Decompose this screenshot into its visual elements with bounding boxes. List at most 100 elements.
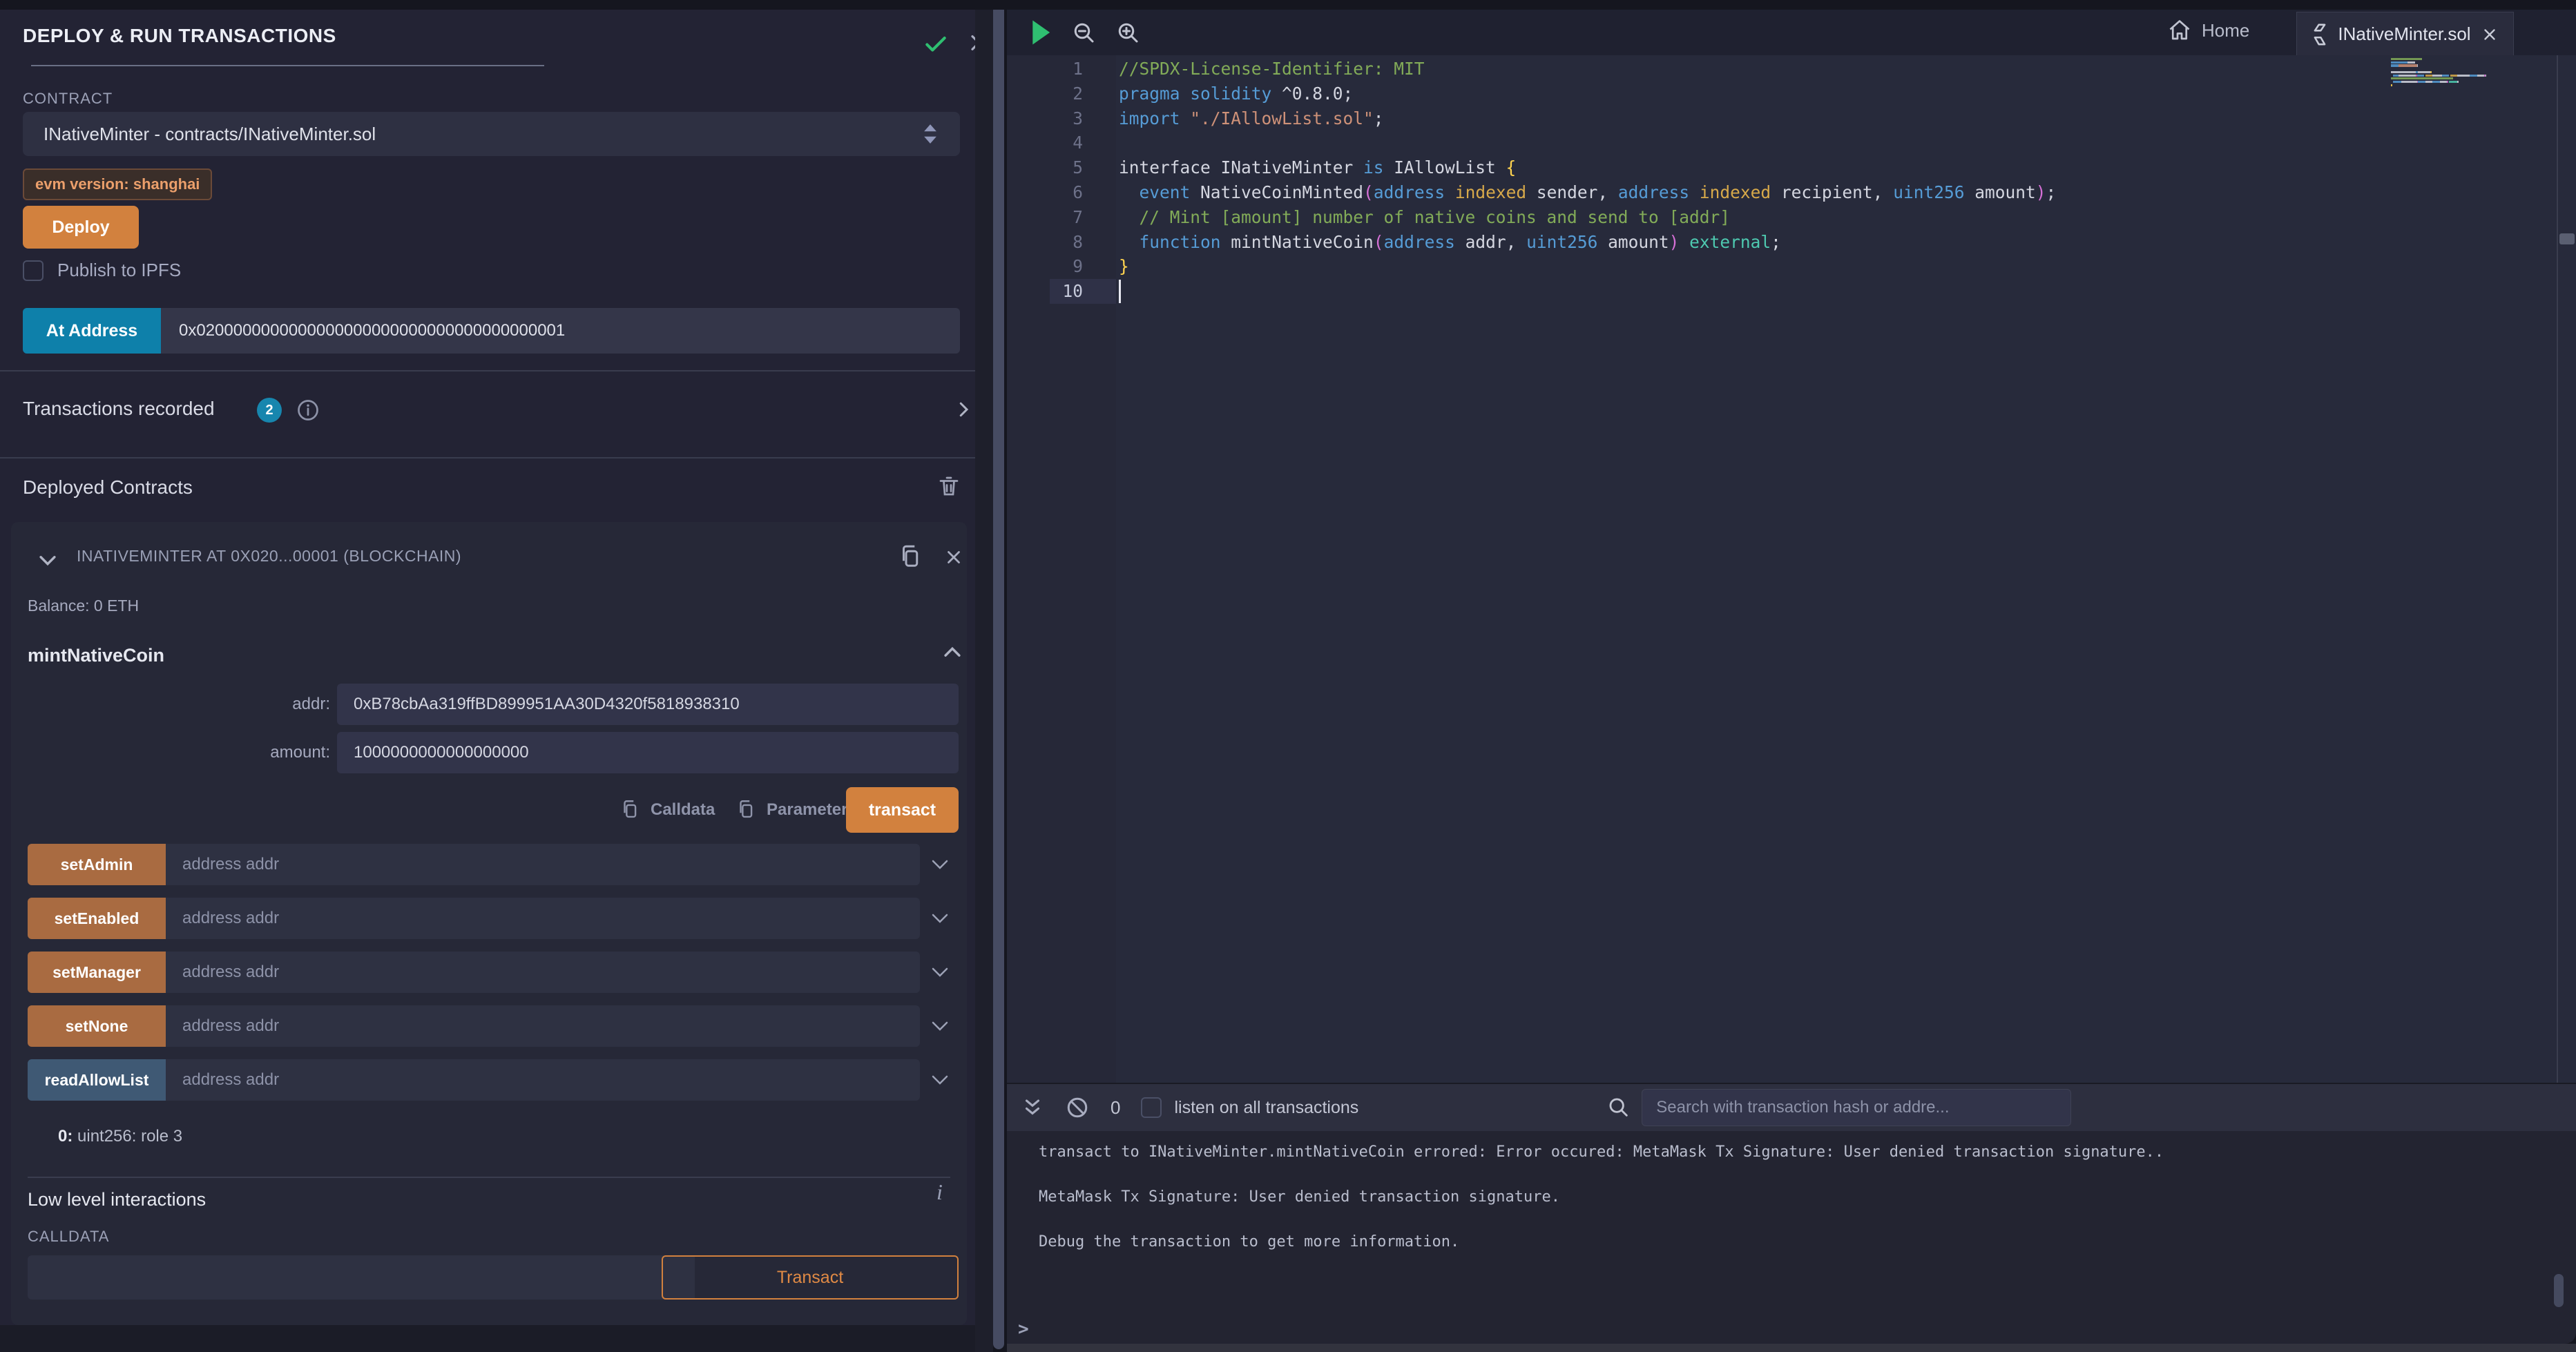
- setAdmin-input[interactable]: [166, 844, 920, 885]
- title-underline: [31, 65, 544, 66]
- tab-home[interactable]: Home: [2167, 18, 2249, 43]
- minimap-token: [2391, 77, 2453, 79]
- chevron-down-icon[interactable]: [930, 908, 950, 929]
- deploy-button[interactable]: Deploy: [23, 206, 139, 249]
- code-text: function mintNativeCoin(address addr, ui…: [1119, 230, 1781, 255]
- minimap-line: [2391, 71, 2557, 73]
- instance-collapse-chevron-down-icon[interactable]: [36, 548, 59, 572]
- copy-address-icon[interactable]: [896, 543, 925, 572]
- balance-label: Balance: 0 ETH: [28, 597, 139, 615]
- low-level-info-icon[interactable]: i: [936, 1179, 943, 1205]
- instance-title: INATIVEMINTER AT 0X020...00001 (BLOCKCHA…: [77, 547, 461, 566]
- close-tab-icon[interactable]: [2481, 26, 2499, 44]
- low-level-transact-button[interactable]: Transact: [662, 1255, 959, 1300]
- chevron-down-icon[interactable]: [930, 1070, 950, 1090]
- terminal-search-input[interactable]: [1642, 1089, 2071, 1126]
- contract-select[interactable]: INativeMinter - contracts/INativeMinter.…: [23, 112, 960, 156]
- code-text: event NativeCoinMinted(address indexed s…: [1119, 180, 2056, 205]
- trash-icon[interactable]: [936, 474, 961, 499]
- copy-parameters-link[interactable]: Parameters: [735, 798, 857, 822]
- addr-field-input[interactable]: [337, 684, 959, 725]
- addr-field-label: addr:: [206, 695, 330, 714]
- editor-scrollbar-thumb[interactable]: [2559, 233, 2575, 244]
- search-icon: [1607, 1096, 1631, 1119]
- code-text: //SPDX-License-Identifier: MIT: [1119, 57, 1425, 81]
- readAllowList-button[interactable]: readAllowList: [28, 1059, 166, 1101]
- panel-title: DEPLOY & RUN TRANSACTIONS: [23, 25, 336, 47]
- zoom-out-icon[interactable]: [1072, 21, 1097, 46]
- copy-calldata-link[interactable]: Calldata: [619, 798, 715, 822]
- panel-footer-strip: [0, 1325, 975, 1352]
- transactions-expand-chevron-right-icon[interactable]: [953, 399, 974, 420]
- function-row: setEnabled: [28, 898, 950, 939]
- code-line: 3import "./IAllowList.sol";: [1007, 106, 2576, 131]
- minimap-token: [2399, 64, 2417, 66]
- function-row: setManager: [28, 952, 950, 993]
- terminal-output[interactable]: transact to INativeMinter.mintNativeCoin…: [1007, 1131, 2576, 1344]
- minimap-token: [2432, 81, 2440, 83]
- deployed-contracts-heading: Deployed Contracts: [23, 476, 193, 499]
- terminal-collapse-double-chevron-icon[interactable]: [1021, 1096, 1044, 1119]
- copy-parameters-label: Parameters: [767, 800, 857, 820]
- statusbar: [1007, 1344, 2576, 1352]
- run-script-play-icon[interactable]: [1030, 19, 1051, 46]
- minimap-token: [2399, 75, 2416, 77]
- minimap-token: [2425, 75, 2433, 77]
- divider: [28, 1177, 950, 1178]
- setEnabled-button[interactable]: setEnabled: [28, 898, 166, 939]
- panel-scrollbar-track: [975, 10, 993, 1352]
- home-icon: [2167, 18, 2192, 43]
- chevron-down-icon[interactable]: [930, 1016, 950, 1036]
- evm-version-badge: evm version: shanghai: [23, 168, 212, 200]
- setAdmin-button[interactable]: setAdmin: [28, 844, 166, 885]
- expanded-function-name: mintNativeCoin: [28, 645, 164, 666]
- line-number: 3: [1007, 106, 1083, 131]
- at-address-input[interactable]: [161, 308, 960, 354]
- line-number: 4: [1007, 131, 1083, 155]
- code-line: 8 function mintNativeCoin(address addr, …: [1007, 230, 2576, 255]
- code-text: pragma solidity ^0.8.0;: [1119, 81, 1353, 106]
- chevron-down-icon[interactable]: [930, 962, 950, 983]
- code-line: 4: [1007, 131, 2576, 155]
- panel-resize-dragbar[interactable]: [993, 10, 1004, 1349]
- setNone-input[interactable]: [166, 1005, 920, 1047]
- readAllowList-input[interactable]: [166, 1059, 920, 1101]
- close-instance-icon[interactable]: [943, 547, 964, 568]
- calldata-input[interactable]: [28, 1255, 695, 1300]
- deployed-instance-card: INATIVEMINTER AT 0X020...00001 (BLOCKCHA…: [11, 522, 967, 1325]
- amount-field-input[interactable]: [337, 732, 959, 773]
- publish-ipfs-checkbox[interactable]: [23, 260, 44, 281]
- editor-scrollbar-track: [2557, 55, 2558, 1083]
- minimap-token: [2447, 81, 2448, 83]
- clear-console-icon[interactable]: [1065, 1095, 1090, 1120]
- amount-field-label: amount:: [206, 743, 330, 762]
- minimap-line: [2391, 64, 2557, 66]
- listen-all-transactions-checkbox[interactable]: [1141, 1097, 1162, 1118]
- transact-button[interactable]: transact: [846, 787, 959, 833]
- code-editor[interactable]: 1//SPDX-License-Identifier: MIT2pragma s…: [1007, 55, 2576, 1083]
- line-number: 9: [1007, 254, 1083, 279]
- minimap-token: [2457, 75, 2470, 77]
- minimap-token: [2450, 75, 2458, 77]
- output-value: uint256: role 3: [73, 1127, 182, 1146]
- info-icon[interactable]: [296, 398, 320, 423]
- setNone-button[interactable]: setNone: [28, 1005, 166, 1047]
- pending-tx-count: 0: [1111, 1097, 1120, 1119]
- function-row: setNone: [28, 1005, 950, 1047]
- chevron-down-icon[interactable]: [930, 854, 950, 875]
- minimap[interactable]: [2391, 58, 2557, 141]
- minimap-line: [2391, 68, 2557, 70]
- minimap-token: [2391, 58, 2422, 60]
- at-address-button[interactable]: At Address: [23, 308, 161, 354]
- zoom-in-icon[interactable]: [1116, 21, 1141, 46]
- function-collapse-chevron-up-icon[interactable]: [941, 641, 964, 664]
- tab-inativeminter-sol[interactable]: INativeMinter.sol: [2296, 12, 2514, 56]
- setManager-input[interactable]: [166, 952, 920, 993]
- minimap-token: [2430, 71, 2432, 73]
- minimap-token: [2440, 81, 2448, 83]
- setEnabled-input[interactable]: [166, 898, 920, 939]
- listen-all-transactions-label: listen on all transactions: [1174, 1098, 1358, 1118]
- select-stepper-icon: [921, 121, 939, 147]
- terminal-scrollbar-thumb[interactable]: [2554, 1274, 2564, 1307]
- setManager-button[interactable]: setManager: [28, 952, 166, 993]
